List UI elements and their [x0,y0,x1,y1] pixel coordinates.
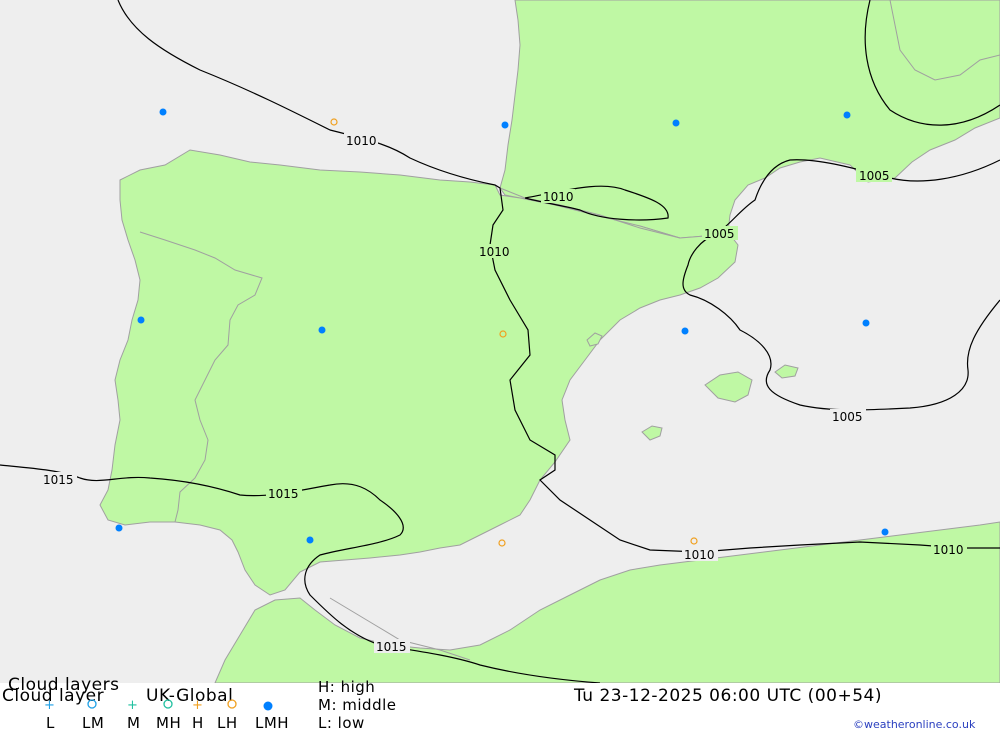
layer-code: LM [82,714,105,732]
cloud-marker-lmh [672,119,680,127]
svg-text:1015: 1015 [376,640,407,654]
svg-text:1015: 1015 [43,473,74,487]
cloud-marker-lh [498,539,506,547]
cloud-marker-lmh [881,528,889,536]
plus-icon: + [127,698,138,713]
valid-time: Tu 23-12-2025 06:00 UTC (00+54) [574,686,882,706]
cloud-marker-lmh [843,111,851,119]
map-panel: 1010 1010 1010 1005 1005 1005 1015 1015 … [0,0,1000,683]
svg-text:1010: 1010 [543,190,574,204]
cloud-marker-lh [330,118,338,126]
cloud-marker-lh [690,537,698,545]
cloud-marker-lmh [862,319,870,327]
svg-text:1010: 1010 [684,548,715,562]
cloud-marker-lmh [501,121,509,129]
cloud-marker-lmh [306,536,314,544]
layer-code: LMH [255,714,290,732]
model-name: UK-Global [146,686,234,706]
cloud-marker-lmh [681,327,689,335]
key-low: L: low [318,714,365,732]
map-svg: 1010 1010 1010 1005 1005 1005 1015 1015 … [0,0,1000,683]
cloud-marker-lmh [159,108,167,116]
layer-code: M [127,714,141,732]
layer-code: MH [156,714,182,732]
cloud-marker-lmh [115,524,123,532]
key-high: H: high [318,678,376,696]
svg-text:1005: 1005 [832,410,863,424]
svg-text:1005: 1005 [704,227,735,241]
plus-icon: + [192,698,203,713]
ring-icon [86,698,98,713]
layer-code: LH [217,714,238,732]
filled-dot-icon [262,700,274,715]
ring-icon [162,698,174,713]
svg-text:1005: 1005 [859,169,890,183]
plus-icon: + [44,698,55,713]
svg-text:1010: 1010 [346,134,377,148]
cloud-marker-lmh [318,326,326,334]
credit-link[interactable]: ©weatheronline.co.uk [853,718,975,731]
ring-icon [226,698,238,713]
layer-code: H [192,714,204,732]
legend-panel: Cloud layers Cloud layer UK-Global + + +… [0,675,1000,733]
cloud-marker-lmh [137,316,145,324]
svg-text:1015: 1015 [268,487,299,501]
svg-text:1010: 1010 [479,245,510,259]
svg-text:1010: 1010 [933,543,964,557]
layer-code: L [46,714,55,732]
key-middle: M: middle [318,696,397,714]
